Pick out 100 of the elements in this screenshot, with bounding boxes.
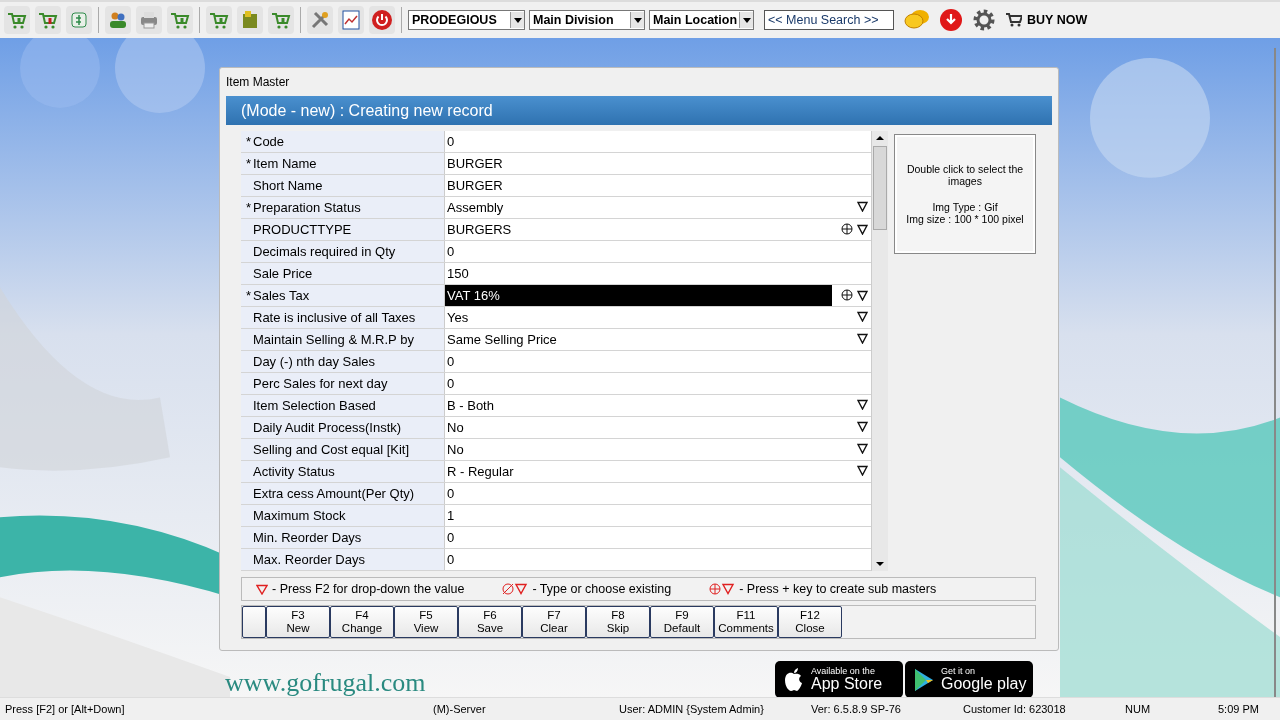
dropdown-icon[interactable] — [857, 421, 868, 432]
field-value[interactable]: 0 — [445, 549, 871, 570]
field-value[interactable]: R - Regular — [445, 461, 871, 482]
window-title: Item Master — [226, 74, 291, 91]
function-key-button[interactable]: F8 Skip — [586, 606, 650, 638]
company-dropdown[interactable]: PRODEGIOUS — [408, 10, 525, 30]
money-icon[interactable] — [66, 6, 92, 34]
field-value[interactable]: 150 — [445, 263, 871, 284]
field-label: Extra cess Amount(Per Qty) — [241, 483, 445, 504]
field-value[interactable]: 0 — [445, 131, 871, 152]
cart-icon[interactable] — [4, 6, 30, 34]
field-value[interactable]: 1 — [445, 505, 871, 526]
field-label: *Sales Tax — [241, 285, 445, 306]
field-label: Short Name — [241, 175, 445, 196]
field-value[interactable]: No — [445, 417, 871, 438]
function-key-button[interactable]: F7 Clear — [522, 606, 586, 638]
field-label: *Item Name — [241, 153, 445, 174]
image-size-text: Img size : 100 * 100 pixel — [906, 213, 1024, 225]
function-key-button[interactable]: F6 Save — [458, 606, 522, 638]
field-value[interactable]: 0 — [445, 241, 871, 262]
box-icon[interactable] — [237, 6, 263, 34]
scrollbar[interactable] — [871, 131, 888, 571]
dropdown-icon[interactable] — [857, 399, 868, 410]
website-text: www.gofrugal.com — [225, 670, 426, 696]
dropdown-icon[interactable] — [857, 465, 868, 476]
dropdown-icon[interactable] — [857, 201, 868, 212]
image-type-text: Img Type : Gif — [932, 201, 998, 213]
chart-icon[interactable] — [338, 6, 364, 34]
status-customer: Customer Id: 623018 — [963, 703, 1066, 715]
cart-icon[interactable] — [268, 6, 294, 34]
function-key-button[interactable]: F5 View — [394, 606, 458, 638]
typeahead-icon — [502, 583, 529, 595]
dropdown-icon[interactable] — [857, 289, 868, 301]
badge-caption: Get it on — [941, 667, 977, 676]
blank-button[interactable] — [242, 606, 266, 638]
field-value[interactable]: VAT 16% — [445, 285, 832, 306]
people-icon[interactable] — [105, 6, 131, 34]
status-num: NUM — [1125, 703, 1151, 715]
mode-header: (Mode - new) : Creating new record — [226, 96, 1052, 125]
field-value[interactable]: 0 — [445, 527, 871, 548]
badge-caption: Available on the — [811, 667, 876, 676]
field-label: Sale Price — [241, 263, 445, 284]
field-label: Day (-) nth day Sales — [241, 351, 445, 372]
badge-title: App Store — [811, 676, 883, 692]
field-value[interactable]: BURGER — [445, 175, 871, 196]
function-key-button[interactable]: F12 Close — [778, 606, 842, 638]
app-store-badge[interactable]: Available on the App Store — [775, 661, 903, 697]
field-label: Maximum Stock — [241, 505, 445, 526]
function-key-button[interactable]: F4 Change — [330, 606, 394, 638]
field-value[interactable]: Yes — [445, 307, 871, 328]
field-label: Maintain Selling & M.R.P by — [241, 329, 445, 350]
scrollbar-thumb[interactable] — [873, 146, 887, 230]
apple-icon — [783, 667, 805, 692]
tools-icon[interactable] — [307, 6, 333, 34]
status-version: Ver: 6.5.8.9 SP-76 — [811, 703, 901, 715]
buy-now-button[interactable]: BUY NOW — [1006, 13, 1088, 27]
badge-title: Google play — [941, 676, 1027, 692]
printer-icon[interactable] — [136, 6, 162, 34]
location-dropdown[interactable]: Main Location — [649, 10, 754, 30]
field-value[interactable]: 0 — [445, 373, 871, 394]
power-icon[interactable] — [369, 6, 395, 34]
cart-icon[interactable] — [167, 6, 193, 34]
add-circle-icon[interactable] — [841, 289, 853, 301]
field-value[interactable]: Assembly — [445, 197, 871, 218]
image-hint: Double click to select the images — [905, 163, 1025, 187]
field-label: Decimals required in Qty — [241, 241, 445, 262]
menu-search-field[interactable]: << Menu Search >> — [764, 10, 894, 30]
field-value[interactable]: BURGER — [445, 153, 871, 174]
function-key-button[interactable]: F9 Default — [650, 606, 714, 638]
field-label: Daily Audit Process(Instk) — [241, 417, 445, 438]
dropdown-icon[interactable] — [857, 311, 868, 322]
field-label: Max. Reorder Days — [241, 549, 445, 570]
image-box[interactable]: Double click to select the images Img Type : Gif Img size : 100 * 100 pixel — [894, 134, 1036, 254]
field-value[interactable]: No — [445, 439, 871, 460]
field-value[interactable]: BURGERS — [445, 219, 871, 240]
field-value[interactable]: B - Both — [445, 395, 871, 416]
dropdown-icon[interactable] — [857, 223, 868, 235]
chat-icon[interactable] — [904, 9, 930, 31]
add-circle-icon[interactable] — [841, 223, 853, 235]
field-label: PRODUCTTYPE — [241, 219, 445, 240]
google-play-badge[interactable]: Get it on Google play — [905, 661, 1033, 697]
field-label: *Code — [241, 131, 445, 152]
division-dropdown[interactable]: Main Division — [529, 10, 645, 30]
field-value[interactable]: 0 — [445, 351, 871, 372]
status-time: 5:09 PM — [1218, 703, 1259, 715]
cart-icon[interactable] — [35, 6, 61, 34]
download-icon[interactable] — [940, 9, 962, 31]
cart-icon[interactable] — [206, 6, 232, 34]
play-icon — [913, 667, 935, 692]
dropdown-icon[interactable] — [857, 333, 868, 344]
field-value[interactable]: Same Selling Price — [445, 329, 871, 350]
settings-icon[interactable] — [972, 8, 996, 32]
legend-text: - Press + key to create sub masters — [739, 582, 937, 596]
field-value[interactable]: 0 — [445, 483, 871, 504]
caret-icon — [742, 17, 751, 23]
function-key-button[interactable]: F3 New — [266, 606, 330, 638]
field-label: Item Selection Based — [241, 395, 445, 416]
function-key-button[interactable]: F11 Comments — [714, 606, 778, 638]
dropdown-icon — [256, 583, 268, 595]
dropdown-icon[interactable] — [857, 443, 868, 454]
